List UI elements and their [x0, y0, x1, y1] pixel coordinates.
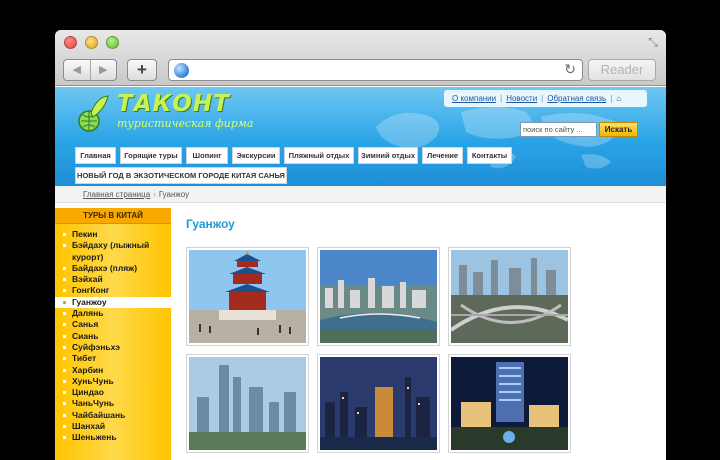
- highway-interchange-photo[interactable]: [448, 247, 571, 346]
- temple-of-heaven-image: [189, 250, 306, 343]
- sidebar-list: Пекин Бэйдаху (лыжный курорт) Байдахэ (п…: [55, 229, 171, 444]
- sidebar-item-suifenhe[interactable]: Суйфэньхэ: [55, 342, 171, 353]
- sidebar-item-guangzhou[interactable]: Гуанжоу: [55, 296, 171, 309]
- river-city-image: [320, 250, 437, 343]
- zoom-window-button[interactable]: [106, 36, 119, 49]
- lit-hotel-photo[interactable]: [448, 354, 571, 453]
- top-links: О компании | Новости | Обратная связь | …: [444, 90, 647, 107]
- river-city-photo[interactable]: [317, 247, 440, 346]
- night-skyline-image: [320, 357, 437, 450]
- breadcrumb-current: Гуанжоу: [158, 190, 190, 199]
- page-title: Гуанжоу: [186, 217, 235, 231]
- logo-name[interactable]: ТАКОНТ: [117, 91, 230, 117]
- menu-item-beach[interactable]: Пляжный отдых: [284, 147, 354, 164]
- fullscreen-icon[interactable]: ⤡: [646, 35, 660, 49]
- menu-item-excursions[interactable]: Экскурсии: [232, 147, 280, 164]
- menu-item-winter[interactable]: Зимний отдых: [358, 147, 418, 164]
- search-button[interactable]: Искать: [599, 122, 638, 137]
- sidebar-item-beidahu[interactable]: Бэйдаху (лыжный курорт): [55, 240, 171, 263]
- sidebar-item-sanya[interactable]: Санья: [55, 319, 171, 330]
- menu-item-new-year-sanya[interactable]: НОВЫЙ ГОД В ЭКЗОТИЧЕСКОМ ГОРОДЕ КИТАЯ СА…: [75, 167, 287, 184]
- sidebar-item-xian[interactable]: Сиань: [55, 331, 171, 342]
- about-link[interactable]: О компании: [452, 94, 496, 103]
- browser-window: ⤡ ◀ ▶ + ↻ Reader ТАКОНТ туристическая фи…: [55, 30, 666, 460]
- forward-button[interactable]: ▶: [91, 60, 117, 80]
- close-window-button[interactable]: [64, 36, 77, 49]
- address-bar[interactable]: ↻: [168, 59, 583, 81]
- history-nav: ◀ ▶: [63, 59, 117, 81]
- temple-of-heaven-photo[interactable]: [186, 247, 309, 346]
- web-page: ТАКОНТ туристическая фирма О компании | …: [55, 87, 666, 460]
- sidebar-item-changbaishan[interactable]: Чайбайшань: [55, 410, 171, 421]
- menu-item-shopping[interactable]: Шопинг: [186, 147, 228, 164]
- sidebar: ТУРЫ В КИТАЙ Пекин Бэйдаху (лыжный курор…: [55, 208, 171, 460]
- sidebar-item-shanghai[interactable]: Шанхай: [55, 421, 171, 432]
- world-map-decoration: [376, 107, 617, 169]
- sidebar-item-dalian[interactable]: Далянь: [55, 308, 171, 319]
- sidebar-item-hongkong[interactable]: ГонгКонг: [55, 285, 171, 296]
- menu-item-home[interactable]: Главная: [75, 147, 116, 164]
- site-header: ТАКОНТ туристическая фирма О компании | …: [55, 87, 666, 186]
- minimize-window-button[interactable]: [85, 36, 98, 49]
- menu-item-hot-tours[interactable]: Горящие туры: [120, 147, 182, 164]
- divider: |: [541, 94, 544, 103]
- sitemap-icon[interactable]: ⌂: [616, 94, 621, 103]
- globe-icon: [174, 63, 189, 78]
- divider: |: [500, 94, 503, 103]
- sidebar-item-harbin[interactable]: Харбин: [55, 365, 171, 376]
- sidebar-item-beidaihe[interactable]: Байдахэ (пляж): [55, 263, 171, 274]
- sidebar-item-beijing[interactable]: Пекин: [55, 229, 171, 240]
- reader-button[interactable]: Reader: [588, 59, 656, 81]
- lit-hotel-image: [451, 357, 568, 450]
- sidebar-item-weihai[interactable]: Вэйхай: [55, 274, 171, 285]
- breadcrumb: Главная страница › Гуанжоу: [55, 186, 666, 203]
- night-skyline-photo[interactable]: [317, 354, 440, 453]
- breadcrumb-separator: ›: [153, 190, 156, 199]
- skyscrapers-image: [189, 357, 306, 450]
- reload-icon[interactable]: ↻: [564, 61, 576, 78]
- logo-subtitle: туристическая фирма: [117, 117, 254, 130]
- menu-item-treatment[interactable]: Лечение: [422, 147, 463, 164]
- back-button[interactable]: ◀: [64, 60, 91, 80]
- breadcrumb-home-link[interactable]: Главная страница: [83, 190, 150, 199]
- new-tab-button[interactable]: +: [127, 59, 157, 81]
- search-input[interactable]: поиск по сайту ...: [520, 122, 597, 137]
- news-link[interactable]: Новости: [506, 94, 537, 103]
- sidebar-item-hunchun[interactable]: ХуньЧунь: [55, 376, 171, 387]
- menu-item-contacts[interactable]: Контакты: [467, 147, 512, 164]
- sidebar-item-changchun[interactable]: ЧаньЧунь: [55, 398, 171, 409]
- sidebar-item-qingdao[interactable]: Циндао: [55, 387, 171, 398]
- sidebar-item-tibet[interactable]: Тибет: [55, 353, 171, 364]
- divider: |: [610, 94, 613, 103]
- browser-toolbar: ⤡ ◀ ▶ + ↻ Reader: [55, 30, 666, 86]
- highway-interchange-image: [449, 250, 569, 343]
- feedback-link[interactable]: Обратная связь: [547, 94, 606, 103]
- sidebar-item-shenzhen[interactable]: Шеньжень: [55, 432, 171, 443]
- leaf-logo-icon: [78, 95, 109, 132]
- sidebar-title: ТУРЫ В КИТАЙ: [55, 208, 171, 224]
- skyscrapers-photo[interactable]: [186, 354, 309, 453]
